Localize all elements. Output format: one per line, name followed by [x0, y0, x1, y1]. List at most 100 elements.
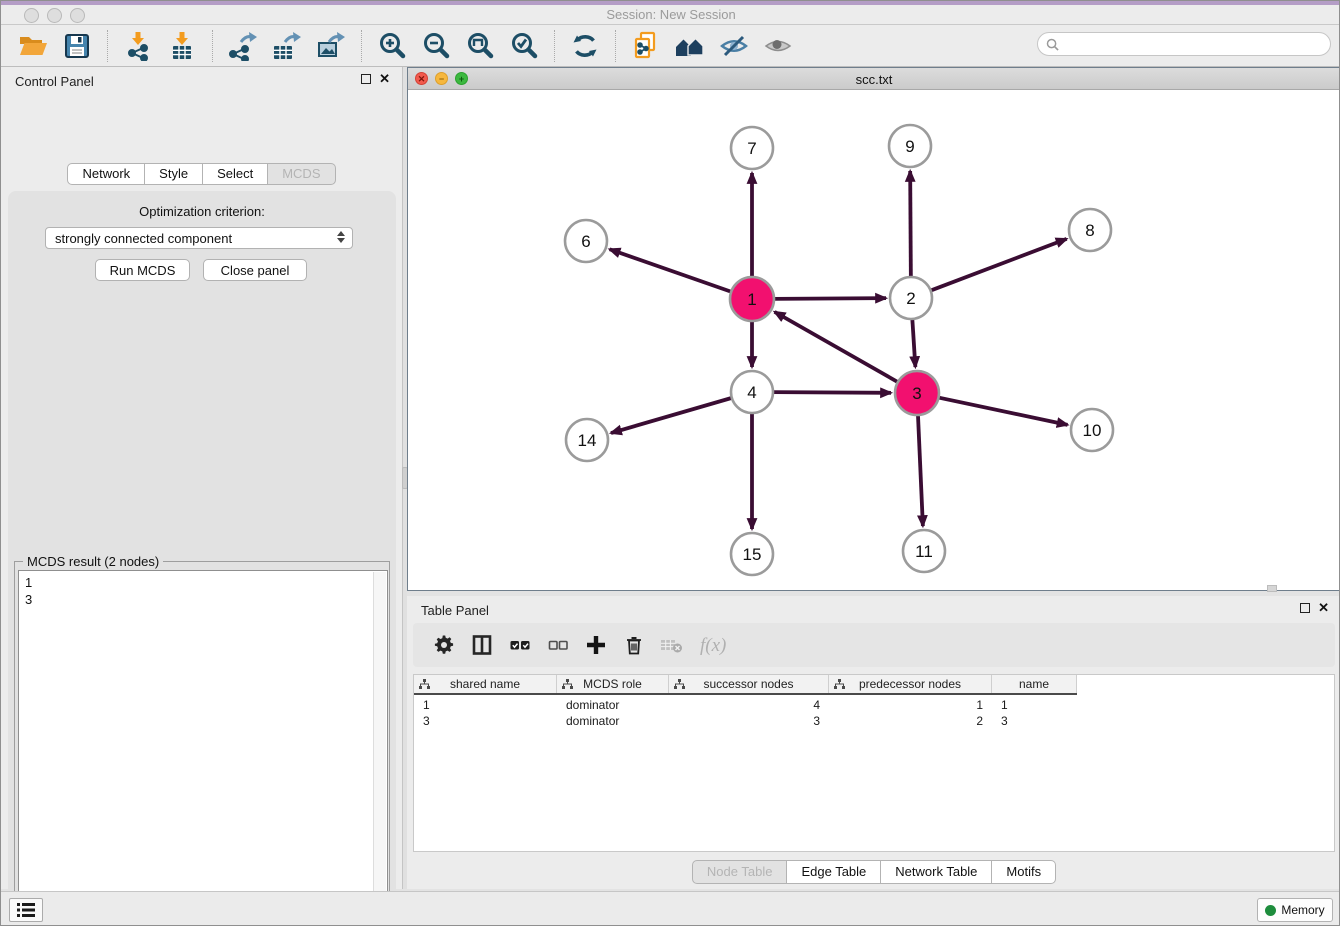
mcds-tab-content: Optimization criterion: strongly connect… — [8, 191, 396, 926]
application-window: Session: New Session Control Panel ✕ Net… — [0, 0, 1340, 926]
edge-4-3[interactable] — [773, 392, 891, 393]
node-table[interactable]: shared nameMCDS rolesuccessor nodesprede… — [413, 674, 1335, 852]
edge-2-9[interactable] — [910, 171, 911, 277]
table-cell[interactable]: 3 — [992, 713, 1077, 729]
column-header-successor-nodes[interactable]: successor nodes — [669, 675, 829, 693]
tab-edge-table[interactable]: Edge Table — [787, 860, 881, 884]
save-session-icon[interactable] — [62, 31, 92, 61]
criterion-select[interactable]: strongly connected component — [45, 227, 353, 249]
table-toolbar: f(x) — [413, 623, 1335, 667]
graph-node-14[interactable]: 14 — [566, 419, 608, 461]
run-mcds-button[interactable]: Run MCDS — [95, 259, 190, 281]
add-column-icon[interactable] — [584, 633, 608, 657]
table-row[interactable]: 1dominator411 — [414, 697, 1077, 713]
graph-node-2[interactable]: 2 — [890, 277, 932, 319]
network-window-titlebar[interactable]: ✕ − + scc.txt — [408, 68, 1340, 90]
zoom-out-icon[interactable] — [421, 31, 451, 61]
zoom-in-icon[interactable] — [377, 31, 407, 61]
import-network-icon[interactable] — [123, 31, 153, 61]
hide-selected-icon[interactable] — [719, 31, 749, 61]
edge-1-6[interactable] — [610, 249, 732, 291]
export-network-icon[interactable] — [228, 31, 258, 61]
search-input[interactable] — [1063, 36, 1313, 52]
close-panel-button[interactable]: Close panel — [203, 259, 307, 281]
new-network-from-selection-icon[interactable] — [631, 31, 661, 61]
close-table-panel-icon[interactable]: ✕ — [1318, 603, 1329, 613]
table-cell[interactable]: 3 — [669, 713, 829, 729]
import-table-icon[interactable] — [167, 31, 197, 61]
zoom-fit-icon[interactable] — [465, 31, 495, 61]
svg-text:8: 8 — [1085, 221, 1094, 240]
toolbar-separator — [554, 30, 555, 62]
task-history-button[interactable] — [9, 898, 43, 922]
graph-node-10[interactable]: 10 — [1071, 409, 1113, 451]
apply-layout-icon[interactable] — [570, 31, 600, 61]
open-session-icon[interactable] — [18, 31, 48, 61]
edge-3-10[interactable] — [939, 398, 1068, 425]
edge-2-8[interactable] — [931, 239, 1067, 291]
memory-button[interactable]: Memory — [1257, 898, 1333, 922]
graph-node-4[interactable]: 4 — [731, 371, 773, 413]
edge-4-14[interactable] — [611, 398, 732, 433]
select-stepper-icon — [337, 231, 345, 243]
unselect-all-columns-icon[interactable] — [546, 633, 570, 657]
table-cell[interactable]: dominator — [557, 713, 669, 729]
graph-node-6[interactable]: 6 — [565, 220, 607, 262]
table-cell[interactable]: 2 — [829, 713, 992, 729]
function-builder-icon: f(x) — [698, 633, 732, 657]
column-header-shared-name[interactable]: shared name — [414, 675, 557, 693]
zoom-selected-icon[interactable] — [509, 31, 539, 61]
table-cell[interactable]: 1 — [992, 697, 1077, 713]
column-header-MCDS-role[interactable]: MCDS role — [557, 675, 669, 693]
table-row[interactable]: 3dominator323 — [414, 713, 1077, 729]
table-cell[interactable]: 4 — [669, 697, 829, 713]
close-panel-icon[interactable]: ✕ — [379, 74, 390, 84]
show-all-icon[interactable] — [763, 31, 793, 61]
criterion-value: strongly connected component — [55, 231, 232, 246]
export-image-icon[interactable] — [316, 31, 346, 61]
table-settings-gear-icon[interactable] — [432, 633, 456, 657]
canvas-splitter-grip[interactable] — [1267, 585, 1277, 592]
delete-column-icon[interactable] — [622, 633, 646, 657]
show-columns-icon[interactable] — [470, 633, 494, 657]
edge-2-3[interactable] — [912, 319, 915, 367]
column-header-name[interactable]: name — [992, 675, 1077, 693]
table-cell[interactable]: 3 — [414, 713, 557, 729]
search-box[interactable] — [1037, 32, 1331, 56]
search-icon — [1046, 38, 1059, 51]
edge-1-2[interactable] — [774, 298, 886, 299]
toolbar-separator — [361, 30, 362, 62]
select-all-columns-icon[interactable] — [508, 633, 532, 657]
graph-node-1[interactable]: 1 — [730, 277, 774, 321]
table-cell[interactable]: 1 — [414, 697, 557, 713]
first-neighbors-icon[interactable] — [675, 31, 705, 61]
tab-select[interactable]: Select — [203, 163, 268, 185]
export-table-icon[interactable] — [272, 31, 302, 61]
graph-node-9[interactable]: 9 — [889, 125, 931, 167]
graph-node-3[interactable]: 3 — [895, 371, 939, 415]
table-cell[interactable]: 1 — [829, 697, 992, 713]
graph-node-15[interactable]: 15 — [731, 533, 773, 575]
float-panel-icon[interactable] — [361, 74, 371, 84]
result-scrollbar[interactable] — [373, 572, 386, 926]
memory-status-icon — [1265, 905, 1276, 916]
graph-node-11[interactable]: 11 — [903, 530, 945, 572]
column-header-predecessor-nodes[interactable]: predecessor nodes — [829, 675, 992, 693]
tab-motifs[interactable]: Motifs — [992, 860, 1056, 884]
tab-mcds[interactable]: MCDS — [268, 163, 335, 185]
tab-network[interactable]: Network — [67, 163, 145, 185]
edge-3-1[interactable] — [775, 312, 898, 382]
graph-node-7[interactable]: 7 — [731, 127, 773, 169]
graph-node-8[interactable]: 8 — [1069, 209, 1111, 251]
table-cell[interactable]: dominator — [557, 697, 669, 713]
tab-style[interactable]: Style — [145, 163, 203, 185]
control-panel-header: Control Panel ✕ — [1, 67, 402, 95]
edge-3-11[interactable] — [918, 415, 923, 526]
network-graph-canvas[interactable]: 7 9 6 8 1 2 4 3 14 10 15 11 — [408, 90, 1340, 590]
mcds-result-line: 3 — [25, 591, 381, 608]
tab-node-table[interactable]: Node Table — [692, 860, 788, 884]
main-toolbar — [1, 25, 1340, 67]
float-table-panel-icon[interactable] — [1300, 603, 1310, 613]
tab-network-table[interactable]: Network Table — [881, 860, 992, 884]
mcds-result-text[interactable]: 13 — [18, 570, 388, 926]
